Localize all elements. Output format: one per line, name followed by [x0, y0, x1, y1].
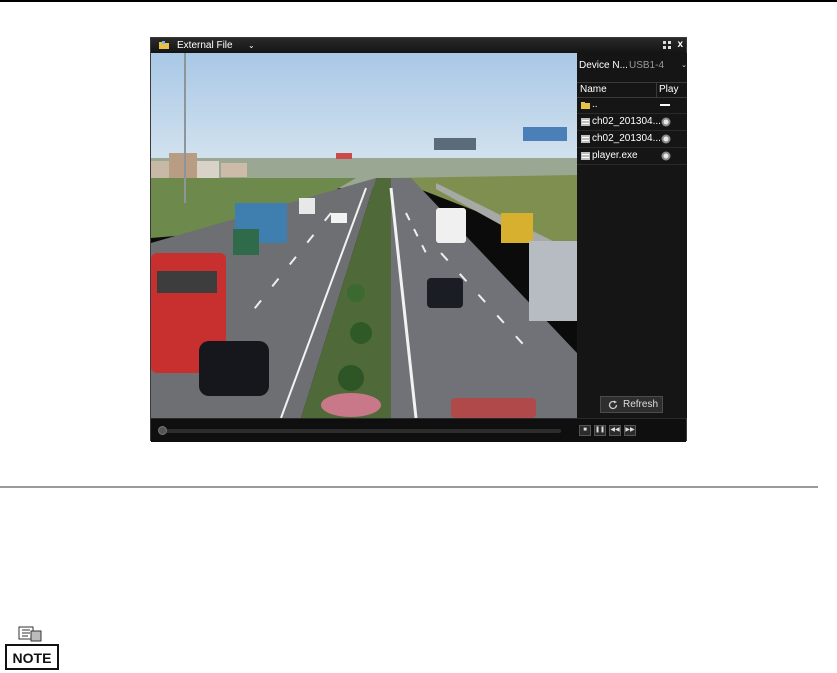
column-divider	[656, 83, 657, 97]
highway-video-frame	[151, 53, 577, 418]
file-browser-panel: Device N... USB1-4 ⌄ Name Play .. ch02_2…	[577, 53, 687, 418]
refresh-button[interactable]: Refresh	[600, 396, 663, 413]
fullscreen-icon[interactable]	[662, 40, 672, 50]
stop-button[interactable]: ■	[579, 425, 591, 436]
file-name: ..	[592, 99, 598, 110]
file-list-header: Name Play	[577, 82, 687, 98]
folder-icon	[581, 102, 590, 109]
refresh-label: Refresh	[623, 399, 659, 410]
window-titlebar: External File ⌄ x	[151, 38, 686, 53]
file-icon	[581, 135, 590, 143]
video-preview	[151, 53, 577, 418]
list-item-parent-folder[interactable]: ..	[577, 97, 687, 114]
top-rule	[0, 0, 837, 2]
refresh-icon	[608, 400, 618, 410]
rewind-button[interactable]: ◀◀	[609, 425, 621, 436]
device-select[interactable]: USB1-4 ⌄	[629, 59, 687, 73]
column-header-play: Play	[659, 84, 679, 95]
file-name: ch02_201304...	[592, 116, 661, 127]
playback-bar: ■ ❚❚ ◀◀ ▶▶	[151, 418, 686, 442]
progress-knob[interactable]	[158, 426, 167, 435]
file-name: ch02_201304...	[592, 133, 661, 144]
device-value: USB1-4	[629, 60, 665, 71]
play-icon[interactable]	[661, 134, 671, 144]
device-label: Device N...	[579, 60, 628, 71]
chevron-down-icon: ⌄	[681, 62, 687, 69]
folder-icon	[159, 41, 169, 49]
device-selector-row: Device N... USB1-4 ⌄	[579, 59, 687, 73]
external-file-window: External File ⌄ x Device N... USB1-4 ⌄ N…	[150, 37, 687, 442]
column-header-name: Name	[580, 84, 607, 95]
no-play-indicator	[660, 104, 670, 106]
file-icon	[581, 152, 590, 160]
list-item-file[interactable]: ch02_201304...	[577, 131, 687, 148]
note-icon: NOTE	[5, 626, 59, 670]
progress-slider[interactable]	[158, 426, 561, 435]
file-list: .. ch02_201304... ch02_201304... player.…	[577, 97, 687, 165]
close-button[interactable]: x	[677, 38, 683, 52]
file-name: player.exe	[592, 150, 638, 161]
pause-button[interactable]: ❚❚	[594, 425, 606, 436]
chevron-down-icon[interactable]: ⌄	[248, 39, 255, 52]
section-divider	[0, 486, 818, 488]
play-icon[interactable]	[661, 151, 671, 161]
list-item-file[interactable]: player.exe	[577, 148, 687, 165]
file-icon	[581, 118, 590, 126]
note-label: NOTE	[13, 650, 52, 666]
fast-forward-button[interactable]: ▶▶	[624, 425, 636, 436]
list-item-file[interactable]: ch02_201304...	[577, 114, 687, 131]
play-icon[interactable]	[661, 117, 671, 127]
window-title: External File	[177, 40, 233, 51]
